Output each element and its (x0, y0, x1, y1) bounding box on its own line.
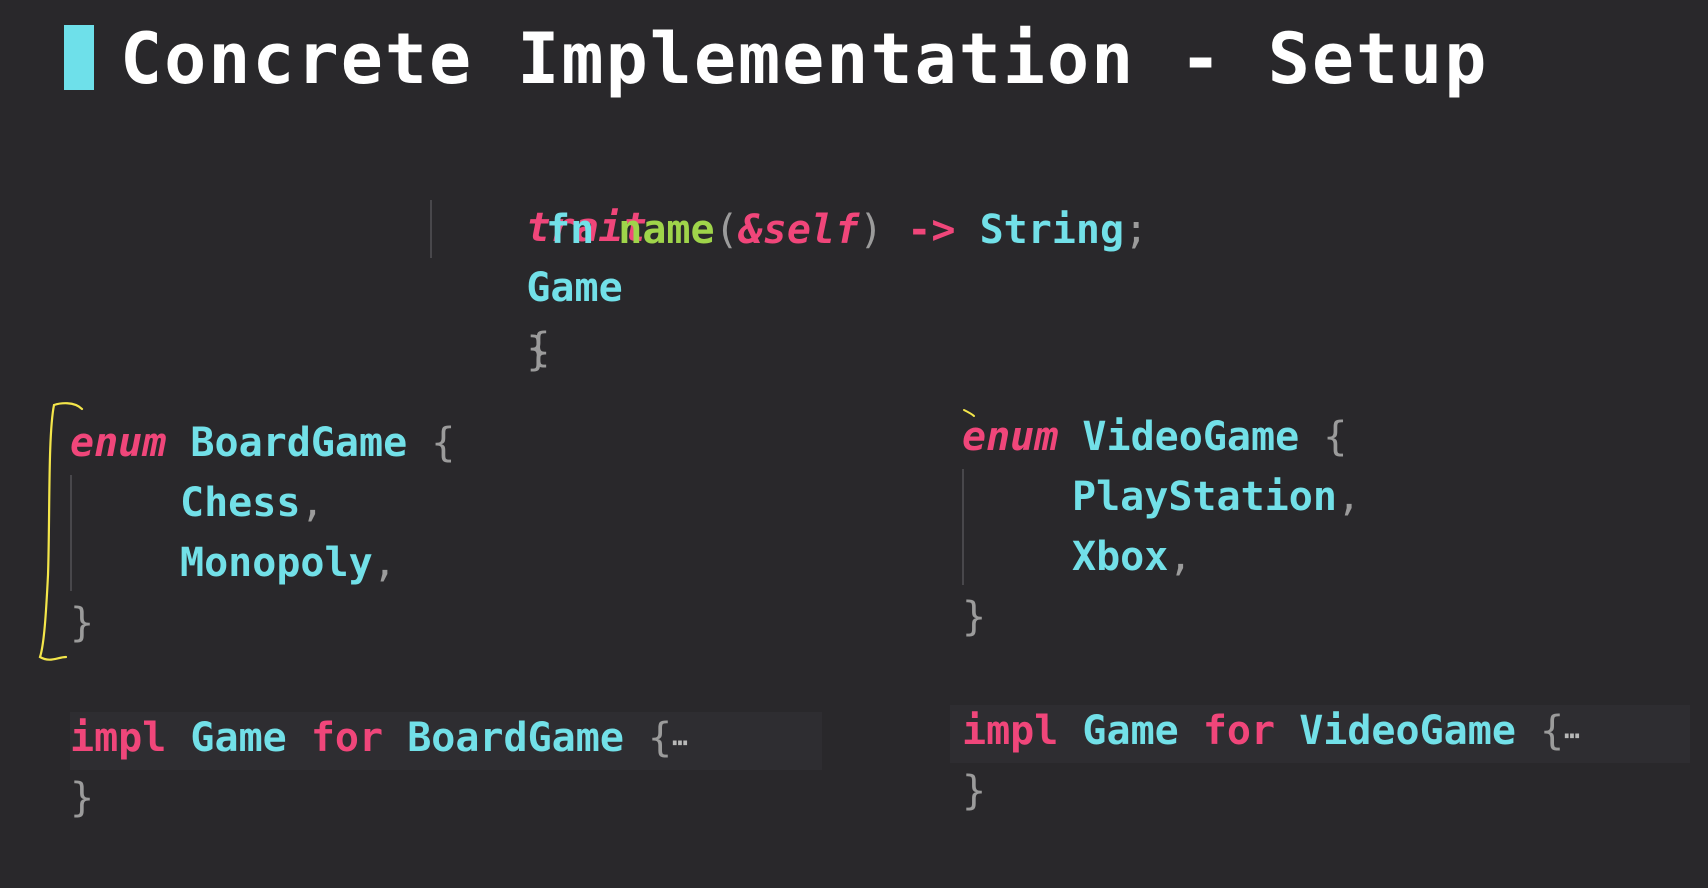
folded-ellipsis-icon[interactable]: ⋯ (672, 728, 688, 758)
self-arg: &self (738, 207, 860, 253)
close-brace: } (70, 600, 95, 646)
slide-title: Concrete Implementation - Setup (120, 18, 1489, 100)
enum-variant: Monopoly (180, 540, 373, 586)
comma: , (1336, 474, 1361, 520)
enum-variant: PlayStation (1072, 474, 1337, 520)
return-arrow: -> (907, 207, 956, 253)
close-brace: } (526, 329, 551, 375)
comma: , (372, 540, 397, 586)
open-brace: { (1323, 414, 1348, 460)
lparen: ( (714, 207, 739, 253)
video-impl-block[interactable]: impl Game for VideoGame {⋯ } (962, 701, 1702, 831)
close-brace: } (70, 775, 95, 821)
rparen: ) (859, 207, 884, 253)
method-name: name (618, 207, 715, 253)
trait-code-block: trait Game { fn name(&self) -> String; } (430, 138, 1330, 375)
enum-name: BoardGame (190, 420, 408, 466)
keyword-for: for (1202, 708, 1276, 754)
comma: , (300, 480, 325, 526)
keyword-enum: enum (962, 414, 1059, 460)
close-brace: } (962, 594, 987, 640)
video-enum-block: enum VideoGame { PlayStation, Xbox, } (962, 407, 1682, 647)
open-brace: { (648, 715, 673, 761)
impl-target: BoardGame (407, 715, 624, 761)
board-impl-block[interactable]: impl Game for BoardGame {⋯ } (70, 708, 870, 838)
title-accent-bar (64, 25, 94, 90)
impl-trait: Game (190, 715, 287, 761)
keyword-for: for (310, 715, 384, 761)
open-brace: { (1540, 708, 1565, 754)
enum-variant: Chess (180, 480, 301, 526)
board-enum-block: enum BoardGame { Chess, Monopoly, } (70, 413, 870, 653)
comma: , (1168, 534, 1193, 580)
return-type: String (979, 207, 1125, 253)
impl-trait: Game (1082, 708, 1179, 754)
folded-ellipsis-icon[interactable]: ⋯ (1564, 721, 1580, 751)
open-brace: { (431, 420, 456, 466)
indent-guide (70, 475, 72, 591)
semicolon: ; (1124, 207, 1149, 253)
keyword-enum: enum (70, 420, 167, 466)
keyword-impl: impl (70, 715, 167, 761)
impl-target: VideoGame (1299, 708, 1516, 754)
indent-guide (962, 469, 964, 585)
enum-name: VideoGame (1082, 414, 1300, 460)
close-brace: } (962, 768, 987, 814)
enum-variant: Xbox (1072, 534, 1169, 580)
keyword-fn: fn (546, 207, 595, 253)
keyword-impl: impl (962, 708, 1059, 754)
